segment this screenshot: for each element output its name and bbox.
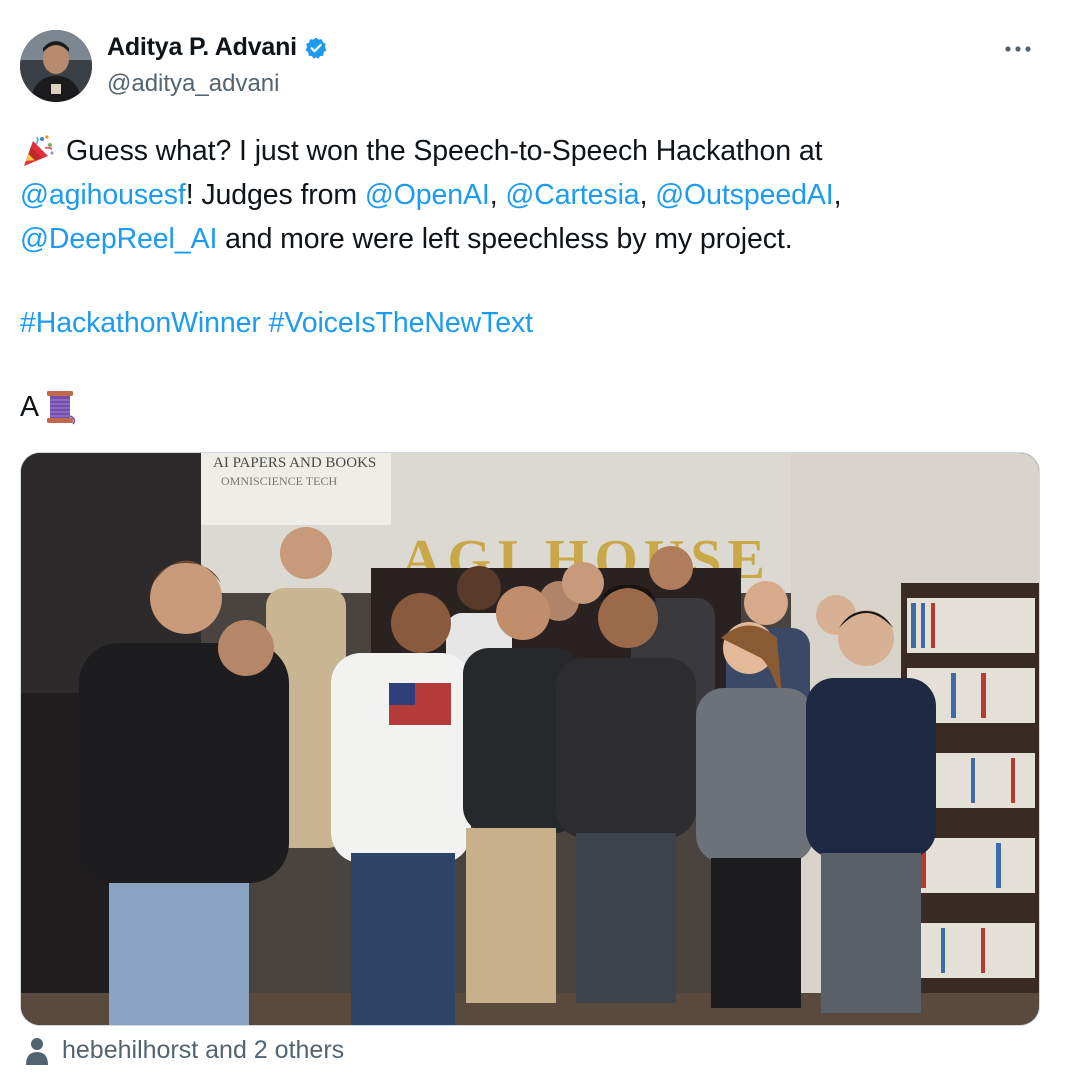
more-options-button[interactable] xyxy=(998,36,1038,62)
tweet-line-3: @DeepReel_AI and more were left speechle… xyxy=(20,217,1040,261)
tweet-text: Guess what? I just won the Speech-to-Spe… xyxy=(20,129,1040,429)
mention-agihousesf[interactable]: @agihousesf xyxy=(20,173,186,217)
tweet-card: Aditya P. Advani @aditya_advani Guess wh… xyxy=(0,0,1066,1090)
author-display-name[interactable]: Aditya P. Advani xyxy=(107,33,297,62)
verified-badge-icon xyxy=(305,37,327,59)
mention-outspeedai[interactable]: @OutspeedAI xyxy=(655,173,833,217)
tweet-line-1: Guess what? I just won the Speech-to-Spe… xyxy=(20,129,1040,173)
comma-2: , xyxy=(639,179,656,211)
comma-3: , xyxy=(833,179,842,211)
author-handle[interactable]: @aditya_advani xyxy=(107,70,279,98)
tweet-hashtags: #HackathonWinner #VoiceIsTheNewText xyxy=(20,301,1040,345)
thread-spool-icon xyxy=(46,391,76,425)
mention-deepreel-ai[interactable]: @DeepReel_AI xyxy=(20,217,217,261)
sign-text-sub: OMNISCIENCE TECH xyxy=(221,474,337,488)
hashtag-voiceisthenewtext[interactable]: #VoiceIsTheNewText xyxy=(269,301,533,345)
hashtag-space xyxy=(261,301,269,345)
author-avatar[interactable] xyxy=(20,30,92,102)
comma-1: , xyxy=(489,179,506,211)
mention-openai[interactable]: @OpenAI xyxy=(365,173,490,217)
party-popper-icon xyxy=(24,135,54,166)
tweet-line-3-text: and more were left speechless by my proj… xyxy=(217,223,793,255)
group-photo: AI PAPERS AND BOOKS OMNISCIENCE TECH AGI… xyxy=(21,453,1039,1025)
hashtag-hackathonwinner[interactable]: #HackathonWinner xyxy=(20,301,261,345)
tweet-line-2-text: ! Judges from xyxy=(185,179,365,211)
author-name-row: Aditya P. Advani xyxy=(107,33,328,62)
tweet-photo[interactable]: AI PAPERS AND BOOKS OMNISCIENCE TECH AGI… xyxy=(20,452,1040,1026)
more-horizontal-icon xyxy=(1005,46,1031,52)
person-icon xyxy=(26,1037,48,1065)
sign-text-top: AI PAPERS AND BOOKS xyxy=(213,455,376,471)
mention-cartesia[interactable]: @Cartesia xyxy=(505,173,639,217)
tweet-line-1-text: Guess what? I just won the Speech-to-Spe… xyxy=(66,135,823,167)
tweet-final-text: A xyxy=(20,391,39,423)
tagged-people[interactable]: hebehilhorst and 2 others xyxy=(24,1036,344,1065)
tweet-line-2: @agihousesf! Judges from @OpenAI, @Carte… xyxy=(20,173,1040,217)
tagged-people-text: hebehilhorst and 2 others xyxy=(62,1036,345,1064)
tweet-final-line: A xyxy=(20,385,1040,429)
